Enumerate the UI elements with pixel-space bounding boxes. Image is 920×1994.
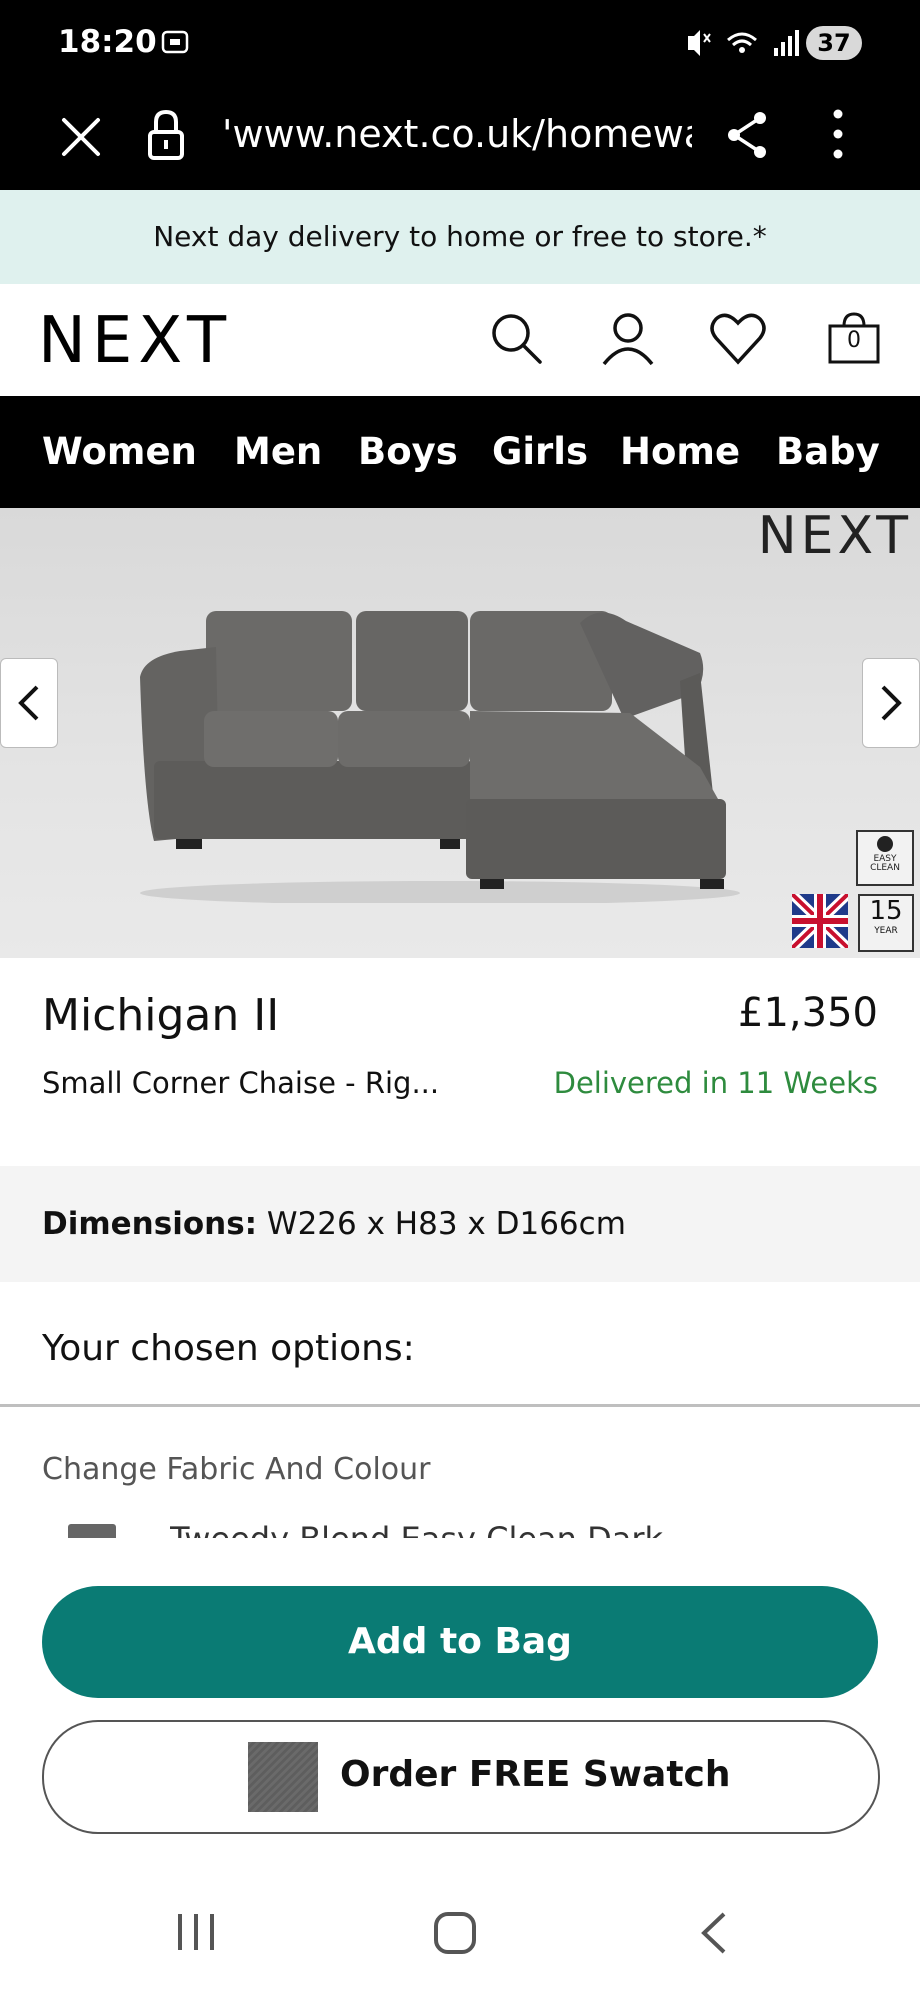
system-nav-bar bbox=[0, 1880, 920, 1994]
browser-url-bar: 'www.next.co.uk/homewa bbox=[0, 88, 920, 190]
order-swatch-label: Order FREE Swatch bbox=[340, 1754, 731, 1795]
dimensions-label: Dimensions: bbox=[42, 1206, 258, 1242]
status-time: 18:20 bbox=[58, 24, 157, 60]
heart-icon[interactable] bbox=[708, 308, 768, 368]
fabric-swatch-thumb bbox=[68, 1524, 116, 1538]
guarantee-year-label: YEAR bbox=[874, 926, 898, 936]
fabric-name: Tweedy Blend Easy Clean Dark bbox=[170, 1520, 663, 1538]
chosen-options-heading: Your chosen options: bbox=[42, 1328, 415, 1369]
category-nav: Women Men Boys Girls Home Baby bbox=[0, 396, 920, 508]
guarantee-years: 15 bbox=[869, 896, 903, 926]
gallery-next-button[interactable] bbox=[862, 658, 920, 748]
dimensions-value: W226 x H83 x D166cm bbox=[266, 1206, 626, 1242]
droplet-icon bbox=[877, 836, 893, 852]
lock-icon[interactable] bbox=[146, 108, 186, 162]
search-icon[interactable] bbox=[486, 308, 546, 368]
swatch-thumbnail bbox=[248, 1742, 318, 1812]
close-icon[interactable] bbox=[58, 114, 104, 160]
change-fabric-label[interactable]: Change Fabric And Colour bbox=[42, 1452, 430, 1487]
nav-item-girls[interactable]: Girls bbox=[492, 430, 588, 473]
easy-clean-badge: EASY CLEAN bbox=[856, 830, 914, 886]
nav-item-men[interactable]: Men bbox=[234, 430, 322, 473]
guarantee-badge: 15 YEAR bbox=[858, 894, 914, 952]
chevron-right-icon bbox=[881, 685, 902, 721]
home-icon[interactable] bbox=[432, 1910, 478, 1956]
nav-item-boys[interactable]: Boys bbox=[358, 430, 458, 473]
order-swatch-button[interactable]: Order FREE Swatch bbox=[42, 1720, 880, 1834]
add-to-bag-button[interactable]: Add to Bag bbox=[42, 1586, 878, 1698]
back-icon[interactable] bbox=[696, 1910, 730, 1956]
product-price: £1,350 bbox=[738, 990, 878, 1036]
nav-item-women[interactable]: Women bbox=[42, 430, 197, 473]
basket-count: 0 bbox=[847, 328, 861, 353]
more-vert-icon[interactable] bbox=[828, 106, 848, 162]
product-title: Michigan II bbox=[42, 990, 280, 1041]
nav-item-home[interactable]: Home bbox=[620, 430, 740, 473]
dimensions-panel: Dimensions: W226 x H83 x D166cm bbox=[0, 1166, 920, 1282]
site-header: NEXT 0 bbox=[0, 284, 920, 396]
uk-flag-icon bbox=[792, 894, 848, 948]
url-text[interactable]: 'www.next.co.uk/homewa bbox=[222, 112, 692, 156]
screen-record-icon bbox=[161, 30, 189, 54]
next-logo[interactable]: NEXT bbox=[38, 304, 232, 378]
share-icon[interactable] bbox=[724, 110, 770, 160]
gallery-brand-watermark: NEXT bbox=[757, 508, 912, 566]
dimensions-text: Dimensions: W226 x H83 x D166cm bbox=[42, 1206, 626, 1242]
battery-indicator: 37 bbox=[806, 26, 862, 60]
easy-clean-label: EASY CLEAN bbox=[870, 854, 900, 873]
status-bar: 18:20 37 bbox=[0, 0, 920, 88]
product-subtitle: Small Corner Chaise - Rig... bbox=[42, 1066, 440, 1100]
nav-item-baby[interactable]: Baby bbox=[776, 430, 880, 473]
promo-banner[interactable]: Next day delivery to home or free to sto… bbox=[0, 190, 920, 284]
recent-apps-icon[interactable] bbox=[174, 1910, 218, 1954]
chevron-left-icon bbox=[18, 685, 39, 721]
signal-icons bbox=[688, 30, 799, 56]
account-icon[interactable] bbox=[598, 308, 658, 368]
delivery-estimate: Delivered in 11 Weeks bbox=[553, 1066, 878, 1100]
product-gallery[interactable]: NEXT EASY CLEAN 15 YEAR bbox=[0, 508, 920, 958]
sofa-image bbox=[140, 611, 740, 903]
gallery-prev-button[interactable] bbox=[0, 658, 58, 748]
section-divider bbox=[0, 1404, 920, 1407]
